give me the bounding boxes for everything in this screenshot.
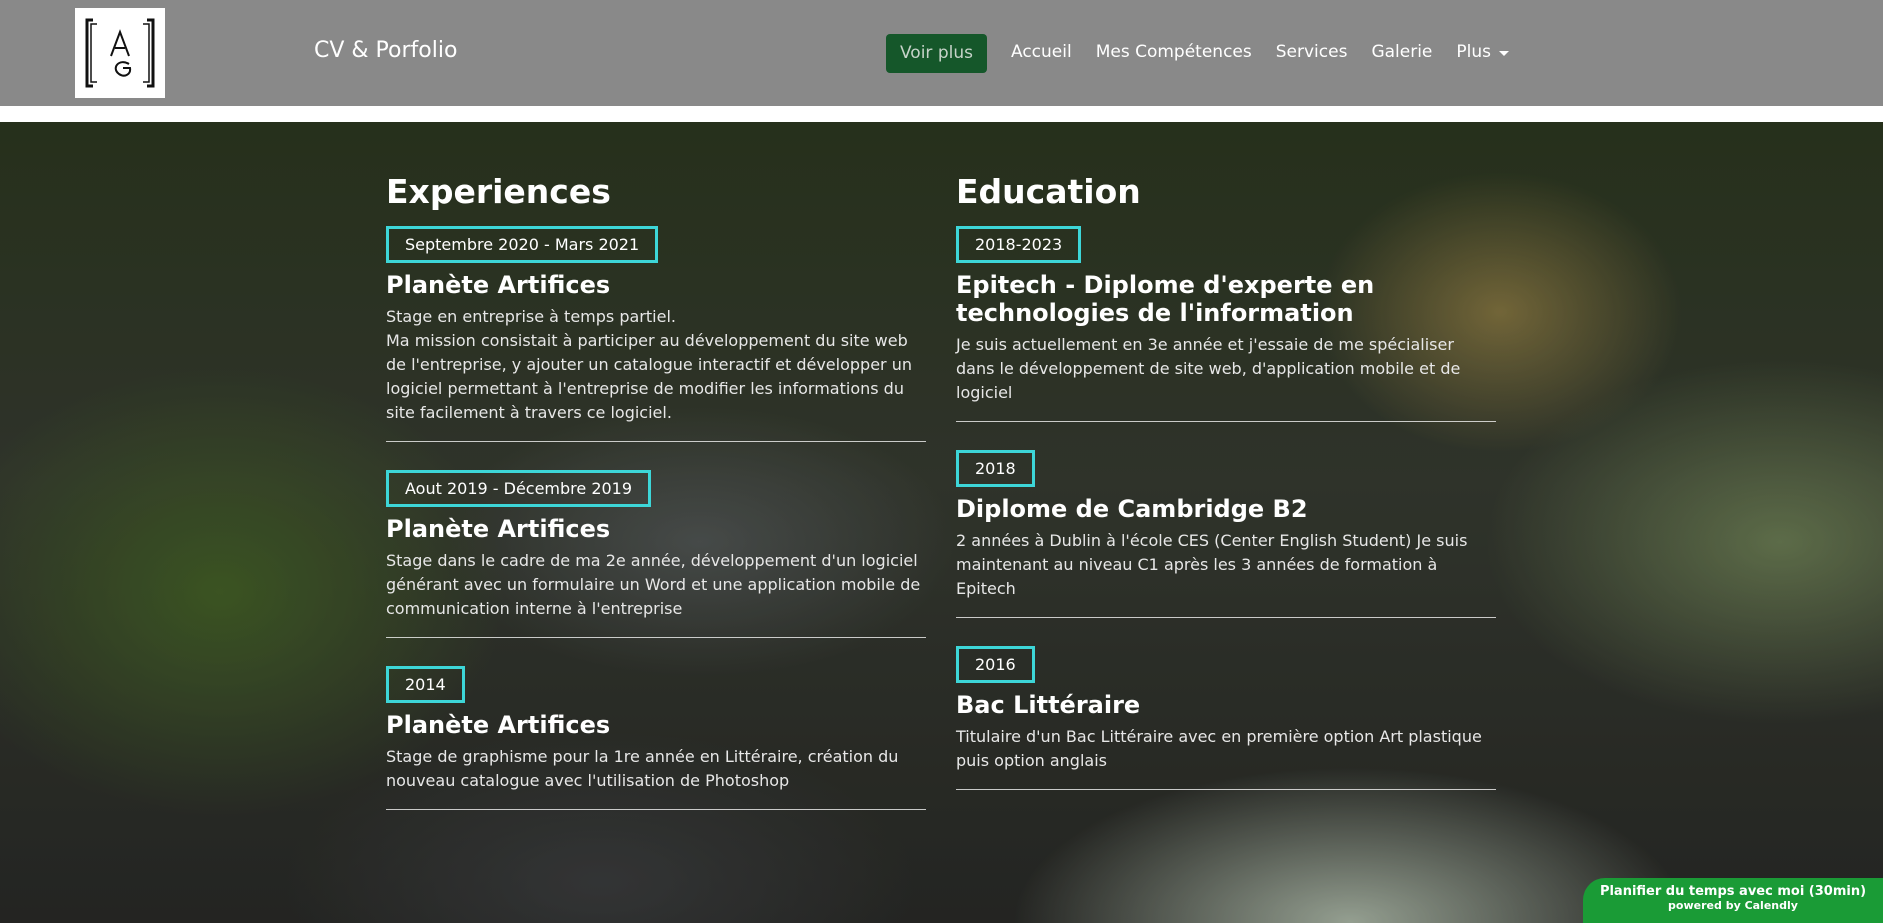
education-column: Education 2018-2023 Epitech - Diplome d'…: [956, 170, 1496, 818]
logo-mark: [85, 18, 155, 88]
date-badge: Aout 2019 - Décembre 2019: [386, 470, 652, 507]
date-badge: Septembre 2020 - Mars 2021: [386, 226, 659, 263]
navbar: CV & Porfolio Voir plus Accueil Mes Comp…: [0, 0, 1883, 106]
nav-link-galerie[interactable]: Galerie: [1371, 42, 1432, 62]
date-badge: 2016: [956, 646, 1035, 683]
calendly-label: Planifier du temps avec moi (30min): [1599, 884, 1867, 899]
experience-company: Planète Artifices: [386, 271, 611, 299]
logo[interactable]: [75, 8, 165, 98]
experience-item: Septembre 2020 - Mars 2021 Planète Artif…: [386, 226, 926, 442]
experience-description-line2: Ma mission consistait à participer au dé…: [386, 331, 912, 422]
education-description: Je suis actuellement en 3e année et j'es…: [956, 335, 1461, 402]
nav-dropdown-label: Plus: [1456, 42, 1491, 62]
experiences-title: Experiences: [386, 172, 611, 211]
date-badge: 2018-2023: [956, 226, 1082, 263]
education-item: 2018 Diplome de Cambridge B2 2 années à …: [956, 450, 1496, 618]
experience-description: Stage dans le cadre de ma 2e année, déve…: [386, 551, 921, 618]
experience-description-line1: Stage en entreprise à temps partiel.: [386, 307, 676, 326]
experience-item: 2014 Planète Artifices Stage de graphism…: [386, 666, 926, 810]
education-school: Bac Littéraire: [956, 691, 1141, 719]
cv-section: Experiences Septembre 2020 - Mars 2021 P…: [0, 122, 1883, 923]
caret-down-icon: [1499, 50, 1509, 56]
experience-company: Planète Artifices: [386, 515, 611, 543]
site-brand[interactable]: CV & Porfolio: [314, 38, 457, 63]
date-badge: 2018: [956, 450, 1035, 487]
education-title: Education: [956, 172, 1141, 211]
nav-link-services[interactable]: Services: [1276, 42, 1348, 62]
experience-company: Planète Artifices: [386, 711, 611, 739]
nav-dropdown-plus[interactable]: Plus: [1456, 42, 1509, 62]
experience-item: Aout 2019 - Décembre 2019 Planète Artifi…: [386, 470, 926, 638]
calendly-powered-by: powered by Calendly: [1668, 899, 1798, 912]
education-item: 2016 Bac Littéraire Titulaire d'un Bac L…: [956, 646, 1496, 790]
date-badge: 2014: [386, 666, 465, 703]
voir-plus-button[interactable]: Voir plus: [886, 34, 987, 73]
nav-link-accueil[interactable]: Accueil: [1011, 42, 1072, 62]
experience-description: Stage en entreprise à temps partiel. Ma …: [386, 305, 926, 425]
nav-link-competences[interactable]: Mes Compétences: [1096, 42, 1252, 62]
experience-description: Stage de graphisme pour la 1re année en …: [386, 747, 899, 790]
calendly-schedule-button[interactable]: Planifier du temps avec moi (30min) powe…: [1583, 878, 1883, 923]
education-school: Epitech - Diplome d'experte en technolog…: [956, 271, 1375, 327]
experiences-column: Experiences Septembre 2020 - Mars 2021 P…: [386, 170, 926, 838]
education-school: Diplome de Cambridge B2: [956, 495, 1308, 523]
education-item: 2018-2023 Epitech - Diplome d'experte en…: [956, 226, 1496, 422]
education-description: Titulaire d'un Bac Littéraire avec en pr…: [956, 727, 1482, 770]
education-description: 2 années à Dublin à l'école CES (Center …: [956, 531, 1468, 598]
main-nav: Accueil Mes Compétences Services Galerie…: [1011, 42, 1533, 62]
